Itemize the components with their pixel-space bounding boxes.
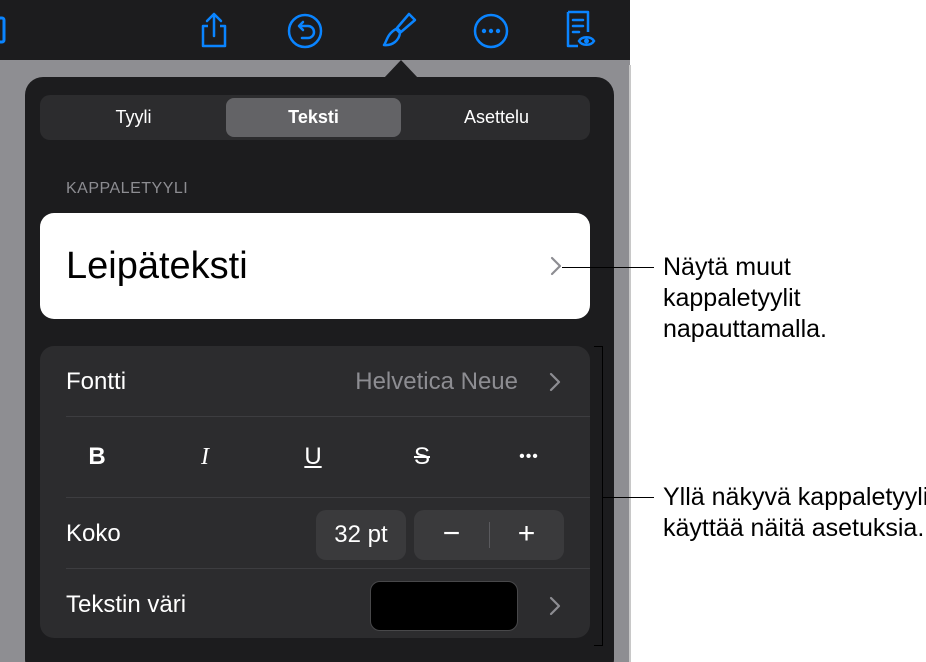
font-row[interactable]: Fontti Helvetica Neue — [40, 346, 590, 416]
text-color-swatch[interactable] — [370, 581, 518, 631]
more-text-options-button[interactable]: ••• — [499, 417, 559, 497]
chevron-right-icon — [549, 255, 563, 277]
font-size-stepper: − + — [414, 510, 564, 560]
font-label: Fontti — [66, 368, 127, 395]
chevron-right-icon — [548, 595, 562, 617]
decrease-size-button[interactable]: − — [414, 510, 489, 560]
callout-bottom: Yllä näkyvä kappaletyyli käyttää näitä a… — [663, 483, 926, 542]
screen-edge — [629, 65, 631, 662]
paragraph-style-name: Leipäteksti — [66, 245, 248, 287]
bold-button[interactable]: B — [67, 417, 127, 497]
tab-style[interactable]: Tyyli — [43, 98, 224, 137]
format-tabs: Tyyli Teksti Asettelu — [40, 95, 590, 140]
underline-button[interactable]: U — [283, 417, 343, 497]
font-value: Helvetica Neue — [355, 368, 518, 395]
text-color-label: Tekstin väri — [66, 591, 187, 618]
popover-arrow — [384, 60, 418, 78]
section-label: KAPPALETYYLI — [66, 180, 189, 197]
paragraph-style-button[interactable]: Leipäteksti — [40, 213, 590, 319]
format-brush-icon[interactable] — [379, 10, 419, 50]
callout-top: Näytä muut kappaletyylit napauttamalla. — [663, 253, 828, 343]
reader-view-icon[interactable] — [560, 10, 600, 50]
settings-bracket — [594, 346, 603, 646]
text-settings-group: Fontti Helvetica Neue B I U S ••• Koko 3… — [40, 346, 590, 638]
partial-icon[interactable] — [0, 10, 18, 50]
callout-line-bottom — [603, 497, 654, 498]
size-row: Koko 32 pt − + — [40, 498, 590, 568]
size-label: Koko — [66, 520, 121, 547]
increase-size-button[interactable]: + — [489, 510, 564, 560]
share-icon[interactable] — [194, 10, 234, 50]
ipad-screen: Tyyli Teksti Asettelu KAPPALETYYLI Leipä… — [0, 0, 630, 662]
callout-line-top — [562, 267, 654, 268]
tab-arrange[interactable]: Asettelu — [406, 98, 587, 137]
font-size-value[interactable]: 32 pt — [316, 510, 406, 560]
text-color-row[interactable]: Tekstin väri — [40, 569, 590, 638]
undo-icon[interactable] — [285, 10, 325, 50]
tab-text[interactable]: Teksti — [226, 98, 401, 137]
text-format-row: B I U S ••• — [40, 417, 590, 497]
more-icon[interactable] — [471, 10, 511, 50]
italic-button[interactable]: I — [175, 417, 235, 497]
chevron-right-icon — [548, 371, 562, 393]
toolbar — [0, 0, 630, 60]
strikethrough-button[interactable]: S — [392, 417, 452, 497]
